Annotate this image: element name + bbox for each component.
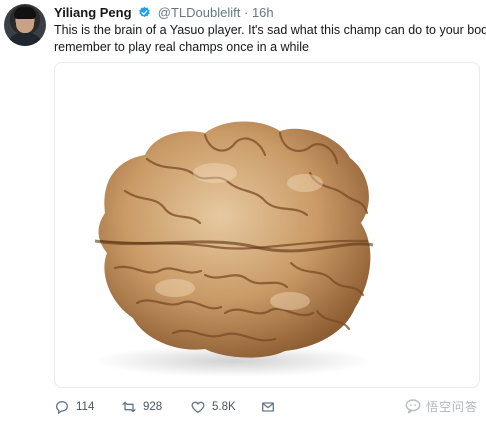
tweet: Yiliang Peng @TLDoublelift · 16h This is… [0, 0, 486, 422]
tweet-actions: 114 928 5.8K [54, 398, 354, 416]
avatar-hair [14, 7, 36, 19]
reply-count: 114 [76, 401, 95, 413]
retweet-count: 928 [143, 401, 163, 413]
mail-icon [262, 402, 274, 412]
reply-icon [55, 400, 69, 415]
reply-button[interactable]: 114 [54, 398, 94, 416]
timestamp[interactable]: 16h [252, 5, 274, 20]
dm-button[interactable] [260, 398, 282, 416]
like-count: 5.8K [212, 401, 236, 413]
author-name[interactable]: Yiliang Peng [54, 5, 132, 20]
separator-dot: · [243, 5, 249, 20]
retweet-button[interactable]: 928 [121, 398, 162, 416]
heart-icon [191, 401, 205, 413]
tweet-text-line-1: This is the brain of a Yasuo player. It'… [54, 23, 486, 37]
avatar-shirt [6, 32, 44, 46]
watermark-text: 悟空问答 [425, 399, 478, 414]
retweet-icon [122, 401, 136, 413]
avatar[interactable] [4, 4, 46, 46]
tweet-text: This is the brain of a Yasuo player. It'… [54, 22, 486, 56]
author-handle[interactable]: @TLDoublelift [158, 5, 241, 20]
speech-bubble-icon [405, 399, 421, 414]
tweet-header: Yiliang Peng @TLDoublelift · 16h [54, 5, 274, 21]
watermark: 悟空问答 [404, 396, 478, 416]
tweet-text-line-2: remember to play real champs once in a w… [54, 40, 309, 54]
like-button[interactable]: 5.8K [190, 398, 236, 416]
verified-badge-icon [139, 6, 150, 18]
tweet-media[interactable] [54, 62, 480, 388]
walnut-image [93, 121, 374, 377]
